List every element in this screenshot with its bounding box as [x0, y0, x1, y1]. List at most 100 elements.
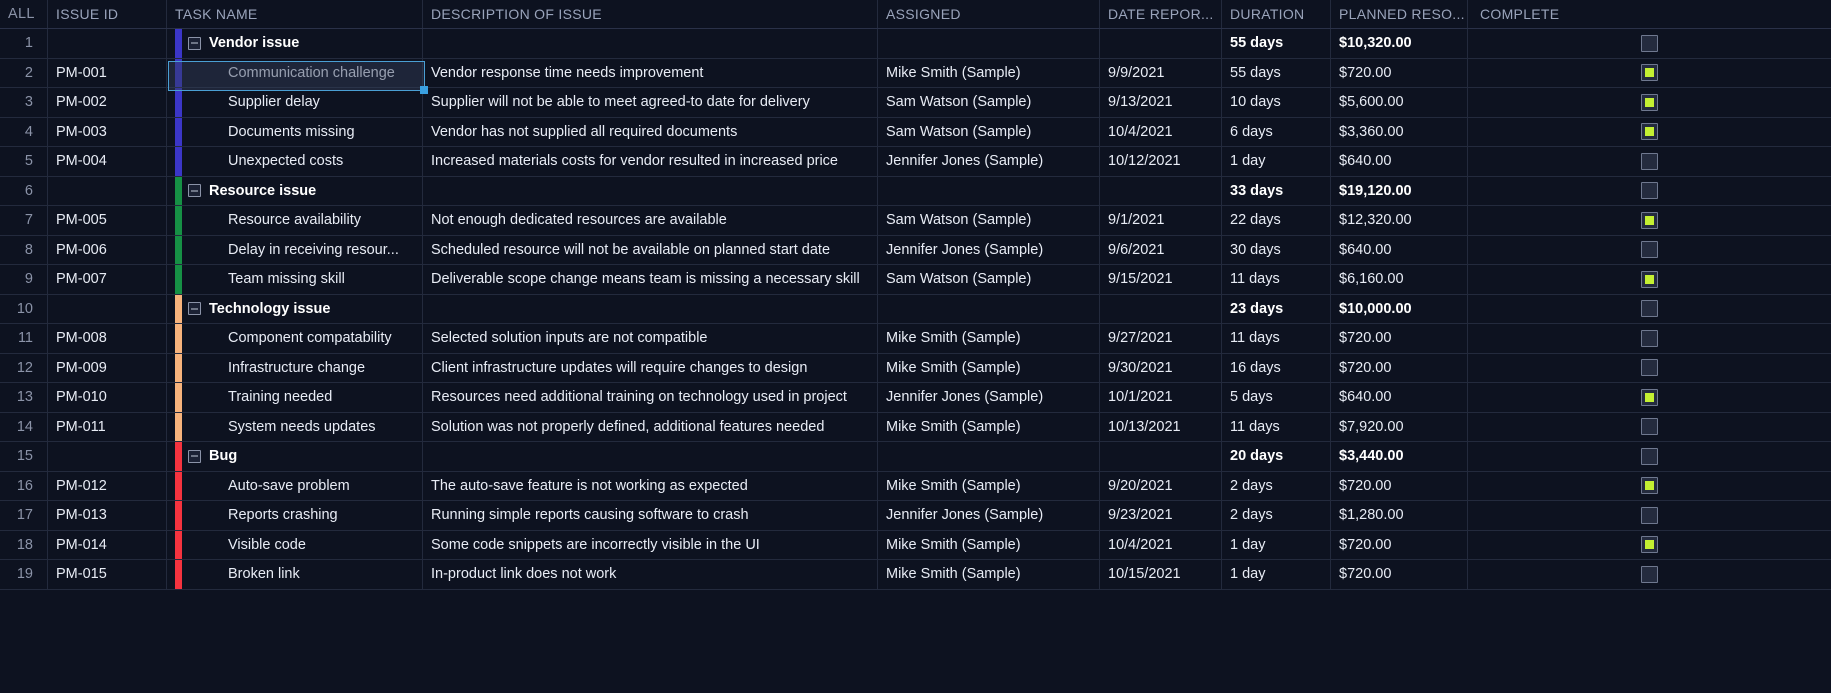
cell-complete[interactable]	[1468, 59, 1831, 88]
cell-description[interactable]: Some code snippets are incorrectly visib…	[423, 530, 878, 559]
cell-assigned[interactable]: Jennifer Jones (Sample)	[878, 501, 1100, 530]
column-header-duration[interactable]: DURATION	[1222, 0, 1331, 28]
table-row[interactable]: 10 Technology issue 23 days $10,000.00	[0, 294, 1831, 324]
table-row[interactable]: 17 PM-013 Reports crashing Running simple r…	[0, 501, 1831, 531]
complete-checkbox[interactable]	[1641, 536, 1658, 554]
cell-description[interactable]: Deliverable scope change means team is m…	[423, 265, 878, 294]
cell-task-name[interactable]: Broken link	[167, 560, 423, 589]
table-row[interactable]: 2 PM-001 Communication challenge Vendor res…	[0, 58, 1831, 88]
cell-assigned[interactable]: Mike Smith (Sample)	[878, 560, 1100, 589]
cell-task-name[interactable]: Unexpected costs	[167, 147, 423, 176]
cell-duration[interactable]: 55 days	[1222, 58, 1331, 87]
cell-assigned[interactable]: Jennifer Jones (Sample)	[878, 235, 1100, 264]
cell-assigned[interactable]	[878, 294, 1100, 323]
cell-description[interactable]	[423, 294, 878, 323]
cell-date-reported[interactable]: 9/27/2021	[1100, 324, 1222, 353]
cell-task-name[interactable]: Vendor issue	[167, 29, 423, 58]
table-row[interactable]: 14 PM-011 System needs updates Solution was…	[0, 412, 1831, 442]
table-row[interactable]: 18 PM-014 Visible code Some code snippets a…	[0, 530, 1831, 560]
cell-planned-resource[interactable]: $720.00	[1331, 353, 1468, 382]
cell-planned-resource[interactable]: $3,360.00	[1331, 117, 1468, 146]
cell-complete[interactable]	[1468, 560, 1831, 589]
cell-issue-id[interactable]	[48, 29, 167, 58]
cell-duration[interactable]: 55 days	[1222, 29, 1331, 58]
cell-description[interactable]: Not enough dedicated resources are avail…	[423, 206, 878, 235]
cell-planned-resource[interactable]: $640.00	[1331, 383, 1468, 412]
cell-complete[interactable]	[1468, 295, 1831, 324]
cell-assigned[interactable]	[878, 29, 1100, 58]
cell-assigned[interactable]: Mike Smith (Sample)	[878, 324, 1100, 353]
cell-task-name[interactable]: Documents missing	[167, 117, 423, 146]
cell-planned-resource[interactable]: $1,280.00	[1331, 501, 1468, 530]
cell-description[interactable]: Solution was not properly defined, addit…	[423, 412, 878, 441]
cell-date-reported[interactable]: 9/15/2021	[1100, 265, 1222, 294]
table-row[interactable]: 6 Resource issue 33 days $19,120.00	[0, 176, 1831, 206]
cell-date-reported[interactable]: 10/15/2021	[1100, 560, 1222, 589]
cell-date-reported[interactable]	[1100, 294, 1222, 323]
cell-task-name[interactable]: Resource issue	[167, 176, 423, 205]
cell-duration[interactable]: 23 days	[1222, 294, 1331, 323]
cell-issue-id[interactable]	[48, 294, 167, 323]
cell-task-name[interactable]: Communication challenge	[167, 58, 423, 87]
cell-description[interactable]: Scheduled resource will not be available…	[423, 235, 878, 264]
cell-duration[interactable]: 2 days	[1222, 501, 1331, 530]
column-header-date-reported[interactable]: DATE REPOR...	[1100, 0, 1222, 28]
cell-issue-id[interactable]: PM-005	[48, 206, 167, 235]
row-number[interactable]: 11	[0, 324, 48, 353]
row-number[interactable]: 16	[0, 471, 48, 500]
complete-checkbox[interactable]	[1641, 152, 1658, 170]
cell-description[interactable]: Running simple reports causing software …	[423, 501, 878, 530]
cell-description[interactable]: Supplier will not be able to meet agreed…	[423, 88, 878, 117]
cell-duration[interactable]: 30 days	[1222, 235, 1331, 264]
cell-planned-resource[interactable]: $10,000.00	[1331, 294, 1468, 323]
cell-complete[interactable]	[1468, 501, 1831, 530]
cell-task-name[interactable]: Visible code	[167, 530, 423, 559]
complete-checkbox[interactable]	[1641, 270, 1658, 288]
table-row[interactable]: 1 Vendor issue 55 days $10,320.00	[0, 29, 1831, 59]
cell-duration[interactable]: 11 days	[1222, 265, 1331, 294]
complete-checkbox[interactable]	[1641, 182, 1658, 200]
cell-duration[interactable]: 2 days	[1222, 471, 1331, 500]
complete-checkbox[interactable]	[1641, 329, 1658, 347]
cell-planned-resource[interactable]: $720.00	[1331, 324, 1468, 353]
cell-assigned[interactable]	[878, 442, 1100, 471]
column-header-complete[interactable]: COMPLETE	[1468, 0, 1831, 28]
cell-planned-resource[interactable]: $720.00	[1331, 58, 1468, 87]
minus-box-icon[interactable]	[188, 449, 201, 463]
complete-checkbox[interactable]	[1641, 359, 1658, 377]
table-row[interactable]: 8 PM-006 Delay in receiving resour... Sched…	[0, 235, 1831, 265]
cell-assigned[interactable]: Sam Watson (Sample)	[878, 206, 1100, 235]
row-number[interactable]: 4	[0, 117, 48, 146]
cell-description[interactable]: Vendor response time needs improvement	[423, 58, 878, 87]
cell-task-name[interactable]: Reports crashing	[167, 501, 423, 530]
minus-box-icon[interactable]	[188, 36, 201, 50]
complete-checkbox[interactable]	[1641, 300, 1658, 318]
cell-issue-id[interactable]: PM-006	[48, 235, 167, 264]
cell-issue-id[interactable]: PM-004	[48, 147, 167, 176]
cell-description[interactable]	[423, 176, 878, 205]
cell-planned-resource[interactable]: $19,120.00	[1331, 176, 1468, 205]
cell-complete[interactable]	[1468, 88, 1831, 117]
cell-complete[interactable]	[1468, 354, 1831, 383]
cell-task-name[interactable]: Training needed	[167, 383, 423, 412]
cell-date-reported[interactable]: 9/20/2021	[1100, 471, 1222, 500]
complete-checkbox[interactable]	[1641, 506, 1658, 524]
column-header-planned-resource[interactable]: PLANNED RESO...	[1331, 0, 1468, 28]
cell-date-reported[interactable]: 9/23/2021	[1100, 501, 1222, 530]
cell-complete[interactable]	[1468, 118, 1831, 147]
cell-planned-resource[interactable]: $3,440.00	[1331, 442, 1468, 471]
cell-issue-id[interactable]: PM-012	[48, 471, 167, 500]
cell-planned-resource[interactable]: $640.00	[1331, 147, 1468, 176]
cell-duration[interactable]: 16 days	[1222, 353, 1331, 382]
cell-date-reported[interactable]	[1100, 29, 1222, 58]
cell-date-reported[interactable]: 10/12/2021	[1100, 147, 1222, 176]
cell-issue-id[interactable]: PM-013	[48, 501, 167, 530]
cell-duration[interactable]: 6 days	[1222, 117, 1331, 146]
cell-description[interactable]: Vendor has not supplied all required doc…	[423, 117, 878, 146]
column-header-all[interactable]: ALL	[0, 0, 48, 28]
cell-complete[interactable]	[1468, 147, 1831, 176]
cell-assigned[interactable]: Mike Smith (Sample)	[878, 353, 1100, 382]
cell-complete[interactable]	[1468, 413, 1831, 442]
cell-description[interactable]: The auto-save feature is not working as …	[423, 471, 878, 500]
row-number[interactable]: 1	[0, 29, 48, 58]
